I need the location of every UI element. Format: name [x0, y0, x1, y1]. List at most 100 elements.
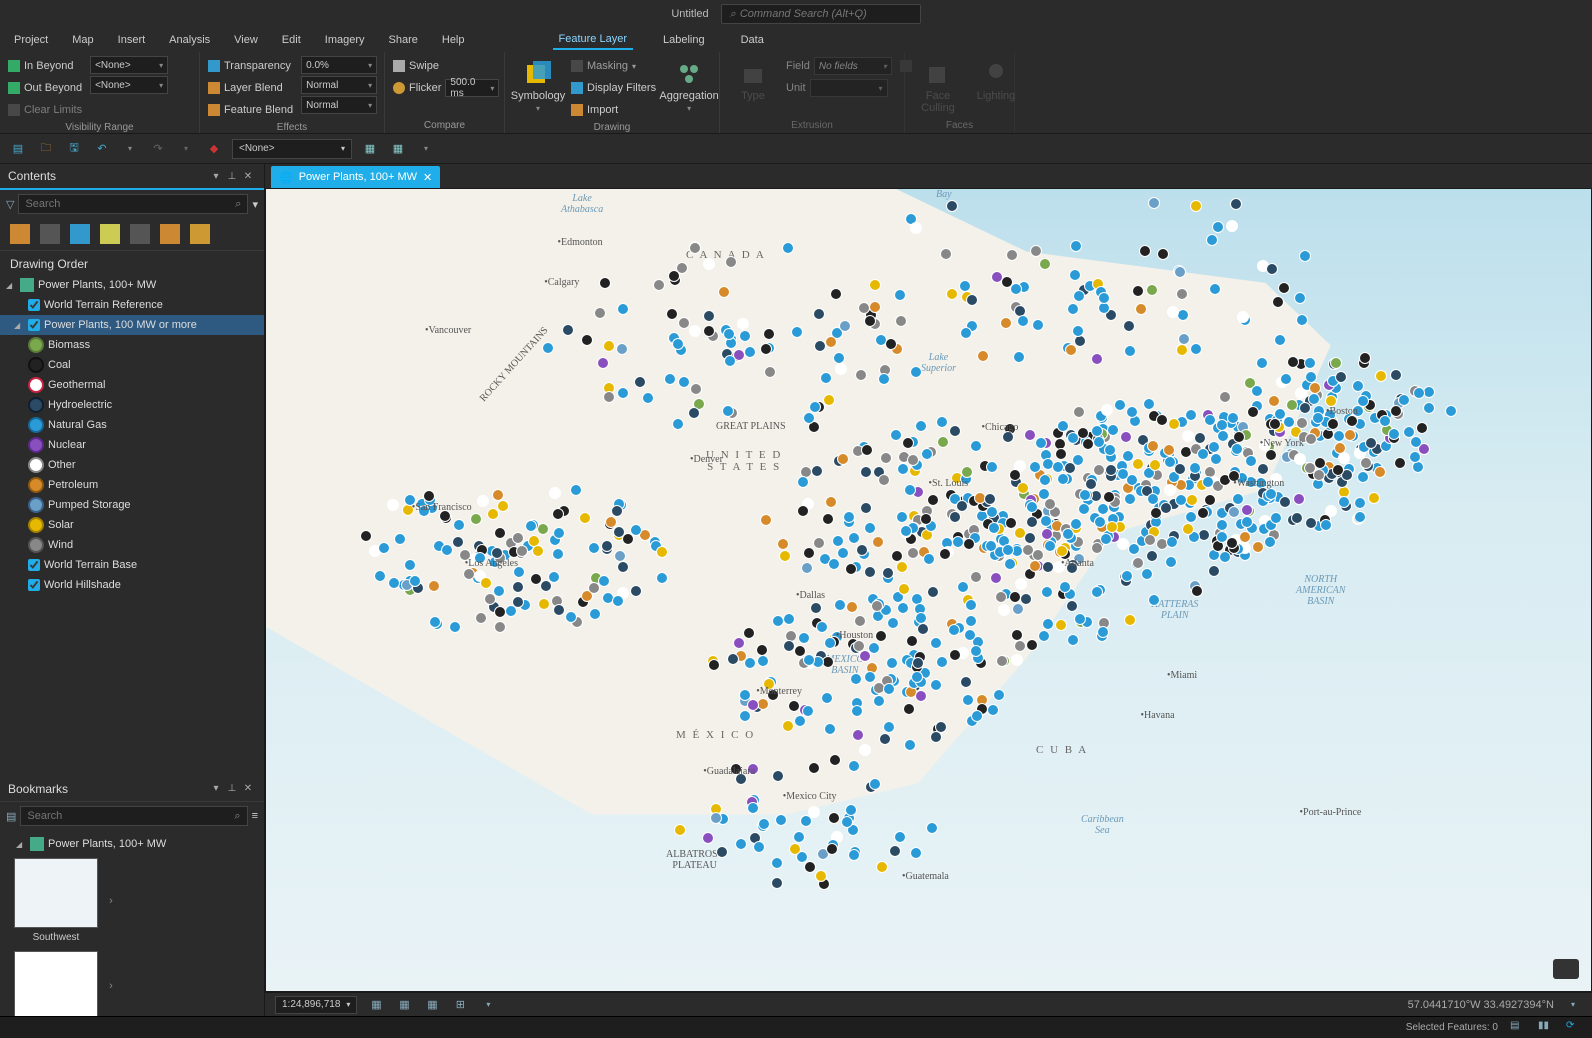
legend-item[interactable]: Solar [0, 515, 264, 535]
search-options-icon[interactable]: ▾ [252, 198, 258, 211]
coords-menu-icon[interactable]: ▾ [1564, 996, 1582, 1014]
bookmarks-group[interactable]: ◢ Power Plants, 100+ MW [10, 834, 254, 854]
toc-base-layer[interactable]: World Hillshade [0, 575, 264, 595]
list-by-snapping-icon[interactable] [130, 224, 150, 244]
layer-visibility-checkbox[interactable] [28, 299, 40, 311]
bookmarks-search[interactable]: ⌕ [20, 806, 247, 826]
tool-a-icon[interactable]: ▦ [360, 139, 380, 159]
legend-item[interactable]: Petroleum [0, 475, 264, 495]
qat-combo[interactable]: <None>▾ [232, 139, 352, 159]
tool-b-icon[interactable]: ▦ [388, 139, 408, 159]
undo-drop-icon[interactable]: ▾ [120, 139, 140, 159]
redo-drop-icon[interactable]: ▾ [176, 139, 196, 159]
contents-search[interactable]: ⌕ [18, 194, 248, 214]
filter-icon[interactable]: ▽ [6, 198, 14, 211]
legend-item[interactable]: Natural Gas [0, 415, 264, 435]
options-icon[interactable]: ▾ [208, 781, 224, 797]
new-project-icon[interactable]: ▤ [8, 139, 28, 159]
expand-icon[interactable]: ◢ [14, 321, 24, 330]
snapping-icon[interactable]: ⊞ [451, 996, 469, 1014]
flicker-value[interactable]: 500.0 ms▾ [445, 79, 499, 97]
out-beyond-dropdown[interactable]: <None>▾ [90, 76, 168, 94]
layer-visibility-checkbox[interactable] [28, 559, 40, 571]
list-by-selection-icon[interactable] [70, 224, 90, 244]
chevron-right-icon[interactable]: › [102, 980, 120, 992]
import-button[interactable]: Import [571, 100, 656, 120]
menu-project[interactable]: Project [14, 34, 48, 46]
bookmark-tool-icon[interactable]: ▤ [6, 810, 16, 823]
swipe-button[interactable]: Swipe [393, 56, 499, 76]
menu-view[interactable]: View [234, 34, 258, 46]
chevron-right-icon[interactable]: › [102, 895, 120, 907]
tab-labeling[interactable]: Labeling [657, 31, 711, 49]
toc-map-node[interactable]: ◢ Power Plants, 100+ MW [0, 275, 264, 295]
legend-item[interactable]: Pumped Storage [0, 495, 264, 515]
layer-blend-dropdown[interactable]: Normal▾ [301, 76, 377, 94]
list-by-source-icon[interactable] [40, 224, 60, 244]
toc-base-layer[interactable]: World Terrain Base [0, 555, 264, 575]
menu-analysis[interactable]: Analysis [169, 34, 210, 46]
menu-edit[interactable]: Edit [282, 34, 301, 46]
constraint-1-icon[interactable]: ▦ [367, 996, 385, 1014]
bookmark-icon[interactable]: ◆ [204, 139, 224, 159]
bookmark-item[interactable]: Southwest [14, 858, 98, 943]
save-icon[interactable]: 🖫 [64, 139, 84, 159]
scale-combo[interactable]: 1:24,896,718▾ [275, 996, 357, 1014]
close-icon[interactable]: ✕ [423, 171, 432, 184]
legend-item[interactable]: Other [0, 455, 264, 475]
undo-icon[interactable]: ↶ [92, 139, 112, 159]
pin-icon[interactable]: ⊥ [224, 781, 240, 797]
menu-map[interactable]: Map [72, 34, 93, 46]
options-icon[interactable]: ▾ [208, 168, 224, 184]
redo-icon[interactable]: ↷ [148, 139, 168, 159]
toc-layer[interactable]: World Terrain Reference [0, 295, 264, 315]
layer-visibility-checkbox[interactable] [28, 319, 40, 331]
toc-layer[interactable]: ◢ Power Plants, 100 MW or more [0, 315, 264, 335]
legend-item[interactable]: Wind [0, 535, 264, 555]
close-icon[interactable]: ✕ [240, 168, 256, 184]
transparency-dropdown[interactable]: 0.0%▾ [301, 56, 377, 74]
layer-visibility-checkbox[interactable] [28, 579, 40, 591]
command-search[interactable]: ⌕ Command Search (Alt+Q) [721, 4, 921, 24]
menu-imagery[interactable]: Imagery [325, 34, 365, 46]
contents-search-input[interactable] [25, 198, 231, 210]
aggregation-button[interactable]: Aggregation ▾ [664, 56, 714, 117]
feature-blend-dropdown[interactable]: Normal▾ [301, 96, 377, 114]
collapse-icon[interactable]: ◢ [16, 840, 26, 849]
menu-icon[interactable]: ≡ [252, 810, 258, 822]
map-view[interactable]: C A N A D A U N I T E D S T A T E S M É … [265, 188, 1592, 992]
close-icon[interactable]: ✕ [240, 781, 256, 797]
bookmark-item[interactable] [14, 951, 98, 1016]
list-by-drawing-icon[interactable] [10, 224, 30, 244]
contents-tree[interactable]: ◢ Power Plants, 100+ MW World Terrain Re… [0, 275, 264, 776]
tool-c-icon[interactable]: ▾ [416, 139, 436, 159]
menu-share[interactable]: Share [389, 34, 418, 46]
symbology-button[interactable]: Symbology ▾ [513, 56, 563, 117]
selection-list-icon[interactable]: ▤ [1510, 1020, 1526, 1036]
tab-feature-layer[interactable]: Feature Layer [553, 30, 633, 50]
refresh-icon[interactable]: ⟳ [1566, 1020, 1582, 1036]
constraint-2-icon[interactable]: ▦ [395, 996, 413, 1014]
legend-item[interactable]: Geothermal [0, 375, 264, 395]
menu-insert[interactable]: Insert [118, 34, 146, 46]
masking-button[interactable]: Masking▾ [571, 56, 656, 76]
collapse-icon[interactable]: ◢ [6, 281, 16, 290]
legend-item[interactable]: Biomass [0, 335, 264, 355]
constraint-3-icon[interactable]: ▦ [423, 996, 441, 1014]
legend-item[interactable]: Coal [0, 355, 264, 375]
map-tab[interactable]: 🌐 Power Plants, 100+ MW ✕ [271, 166, 440, 188]
selection-pause-icon[interactable]: ▮▮ [1538, 1020, 1554, 1036]
snap-drop-icon[interactable]: ▾ [479, 996, 497, 1014]
list-by-perceptual-icon[interactable] [190, 224, 210, 244]
legend-item[interactable]: Hydroelectric [0, 395, 264, 415]
tab-data[interactable]: Data [735, 31, 770, 49]
list-by-labeling-icon[interactable] [160, 224, 180, 244]
list-by-editing-icon[interactable] [100, 224, 120, 244]
bookmarks-search-input[interactable] [27, 810, 230, 822]
navigator-icon[interactable] [1553, 959, 1579, 979]
menu-help[interactable]: Help [442, 34, 465, 46]
legend-item[interactable]: Nuclear [0, 435, 264, 455]
display-filters-button[interactable]: Display Filters [571, 78, 656, 98]
pin-icon[interactable]: ⊥ [224, 168, 240, 184]
in-beyond-dropdown[interactable]: <None>▾ [90, 56, 168, 74]
